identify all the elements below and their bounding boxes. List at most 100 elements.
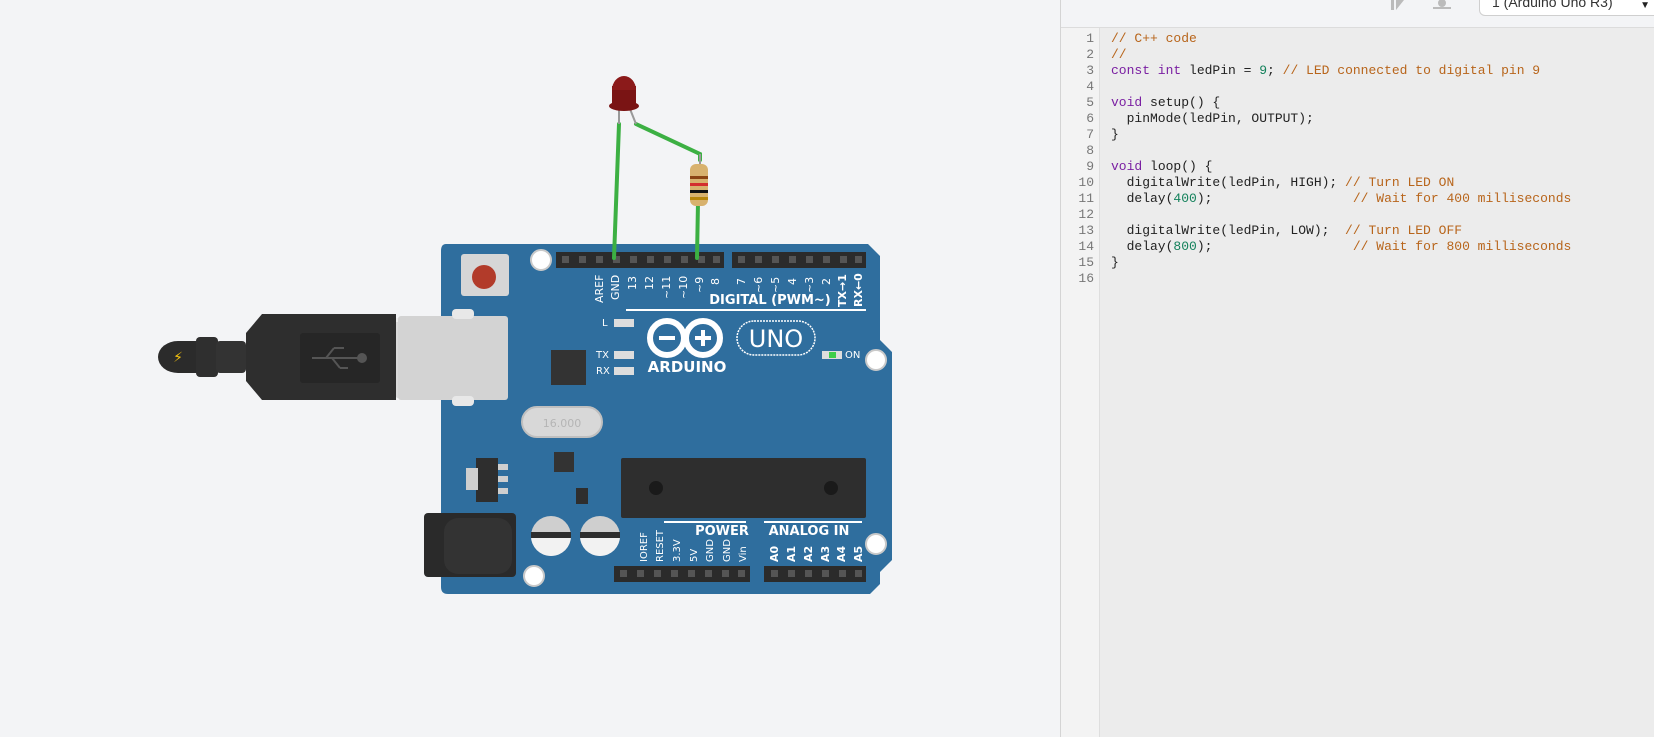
line-number: 4: [1086, 79, 1094, 94]
tx-led-label: TX: [595, 350, 609, 361]
line-number: 12: [1078, 207, 1094, 222]
code-comment: // C++ code: [1111, 31, 1197, 46]
code-token: );: [1196, 191, 1353, 206]
line-number: 1: [1086, 31, 1094, 46]
brand-label: ARDUINO: [648, 358, 727, 376]
code-line[interactable]: 1 // C++ code: [1061, 31, 1654, 47]
pin-label: A0: [768, 545, 781, 562]
code-line[interactable]: 13 digitalWrite(ledPin, LOW); // Turn LE…: [1061, 223, 1654, 239]
code-line[interactable]: 9 void loop() {: [1061, 159, 1654, 175]
code-comment: // Turn LED OFF: [1345, 223, 1463, 238]
code-line[interactable]: 11 delay(400); // Wait for 400 milliseco…: [1061, 191, 1654, 207]
code-line[interactable]: 12: [1061, 207, 1654, 223]
code-text: digitalWrite(ledPin, HIGH); // Turn LED …: [1111, 175, 1455, 191]
code-line[interactable]: 3 const int ledPin = 9; // LED connected …: [1061, 63, 1654, 79]
code-token: }: [1111, 127, 1119, 142]
code-line[interactable]: 5 void setup() {: [1061, 95, 1654, 111]
small-chip: [554, 452, 574, 472]
model-label: UNO: [749, 325, 803, 353]
pin-label: A3: [819, 546, 832, 562]
line-number: 11: [1078, 191, 1094, 206]
code-comment: //: [1111, 47, 1127, 62]
capacitor: [531, 516, 571, 556]
pin-label: GND: [722, 539, 733, 562]
pin-label: 12: [643, 276, 656, 290]
code-text: pinMode(ledPin, OUTPUT);: [1111, 111, 1314, 127]
pin-label: A2: [802, 546, 815, 562]
code-token: }: [1111, 255, 1119, 270]
code-text: void setup() {: [1111, 95, 1220, 111]
capacitor: [580, 516, 620, 556]
barrel-jack: [424, 513, 516, 577]
red-led[interactable]: [609, 76, 639, 125]
pin-label: RESET: [655, 529, 666, 562]
code-token: delay(: [1111, 239, 1174, 254]
power-bolt-icon: ⚡: [173, 350, 183, 366]
pin-label: Vin: [738, 546, 749, 562]
code-token: ledPin =: [1181, 63, 1260, 78]
code-number: 800: [1173, 239, 1197, 254]
code-line[interactable]: 16: [1061, 271, 1654, 287]
code-text-area[interactable]: 1 // C++ code 2 // 3 const int ledPin = 9; //…: [1061, 31, 1654, 287]
on-led: [829, 352, 836, 358]
code-line[interactable]: 2 //: [1061, 47, 1654, 63]
code-line[interactable]: 8: [1061, 143, 1654, 159]
code-text: digitalWrite(ledPin, LOW); // Turn LED O…: [1111, 223, 1462, 239]
analog-header-label: ANALOG IN: [769, 524, 850, 539]
pin-label: AREF: [593, 275, 606, 303]
code-line[interactable]: 7}: [1061, 127, 1654, 143]
debug-icon[interactable]: [1431, 0, 1453, 14]
pin-label: GND: [609, 275, 622, 300]
rx-led-label: RX: [596, 366, 610, 377]
line-number: 5: [1086, 95, 1094, 110]
pin-label: ~11: [660, 276, 673, 299]
pin-label: 5V: [689, 549, 700, 562]
code-line[interactable]: 6 pinMode(ledPin, OUTPUT);: [1061, 111, 1654, 127]
reset-button[interactable]: [461, 254, 509, 296]
resistor[interactable]: [690, 154, 708, 206]
code-comment: // LED connected to digital pin 9: [1282, 63, 1541, 78]
code-token: ;: [1267, 63, 1283, 78]
code-token: delay(: [1111, 191, 1174, 206]
code-line[interactable]: 14 delay(800); // Wait for 800 milliseco…: [1061, 239, 1654, 255]
code-keyword: void: [1111, 95, 1143, 110]
code-text: const int ledPin = 9; // LED connected t…: [1111, 63, 1540, 79]
arduino-uno-board[interactable]: AREF GND 13 12 ~11 ~10 ~9 8 7 ~6 ~5 4 ~3…: [398, 244, 892, 594]
code-comment: // Wait for 400 milliseconds: [1352, 191, 1572, 206]
code-text: delay(400); // Wait for 400 milliseconds: [1111, 191, 1572, 207]
pin-label: ~6: [752, 277, 765, 293]
step-icon[interactable]: [1388, 0, 1410, 14]
pin-label: A1: [785, 546, 798, 562]
pin-label: IOREF: [639, 532, 650, 562]
line-number: 7: [1086, 127, 1094, 142]
code-token: loop() {: [1142, 159, 1213, 174]
line-number: 13: [1078, 223, 1094, 238]
pin-label: A5: [852, 546, 865, 562]
wire-gnd[interactable]: [612, 122, 621, 260]
pin-label: 3.3V: [672, 539, 683, 562]
code-token: );: [1196, 239, 1353, 254]
code-line[interactable]: 15}: [1061, 255, 1654, 271]
l-led-label: L: [602, 318, 608, 329]
on-led-label: ON: [845, 350, 860, 361]
pin-label: 4: [786, 278, 799, 285]
code-editor-panel[interactable]: 1 (Arduino Uno R3) ▼ 1 // C++ code 2 // 3 con…: [1060, 0, 1654, 737]
board-selector-value: 1 (Arduino Uno R3): [1492, 0, 1613, 10]
voltage-regulator: [476, 458, 498, 502]
circuit-canvas[interactable]: ⚡ AREF GND 13 12 ~11 ~10 ~9 8 7 ~6 ~5 4 …: [0, 0, 1060, 737]
board-selector-dropdown[interactable]: 1 (Arduino Uno R3) ▼: [1479, 0, 1654, 16]
code-line[interactable]: 4: [1061, 79, 1654, 95]
crystal-label: 16.000: [543, 417, 582, 430]
line-number: 10: [1078, 175, 1094, 190]
pin-label: ~9: [693, 277, 706, 293]
code-token: pinMode(ledPin, OUTPUT);: [1111, 111, 1314, 126]
code-text: delay(800); // Wait for 800 milliseconds: [1111, 239, 1572, 255]
code-text: //: [1111, 47, 1127, 63]
pin-label: 7: [735, 278, 748, 285]
circuit-drawing[interactable]: ⚡ AREF GND 13 12 ~11 ~10 ~9 8 7 ~6 ~5 4 …: [0, 0, 1060, 737]
code-text: }: [1111, 127, 1119, 143]
rx-led: [614, 367, 634, 375]
line-number: 14: [1078, 239, 1094, 254]
pin-label: TX→1: [836, 274, 849, 307]
code-line[interactable]: 10 digitalWrite(ledPin, HIGH); // Turn L…: [1061, 175, 1654, 191]
